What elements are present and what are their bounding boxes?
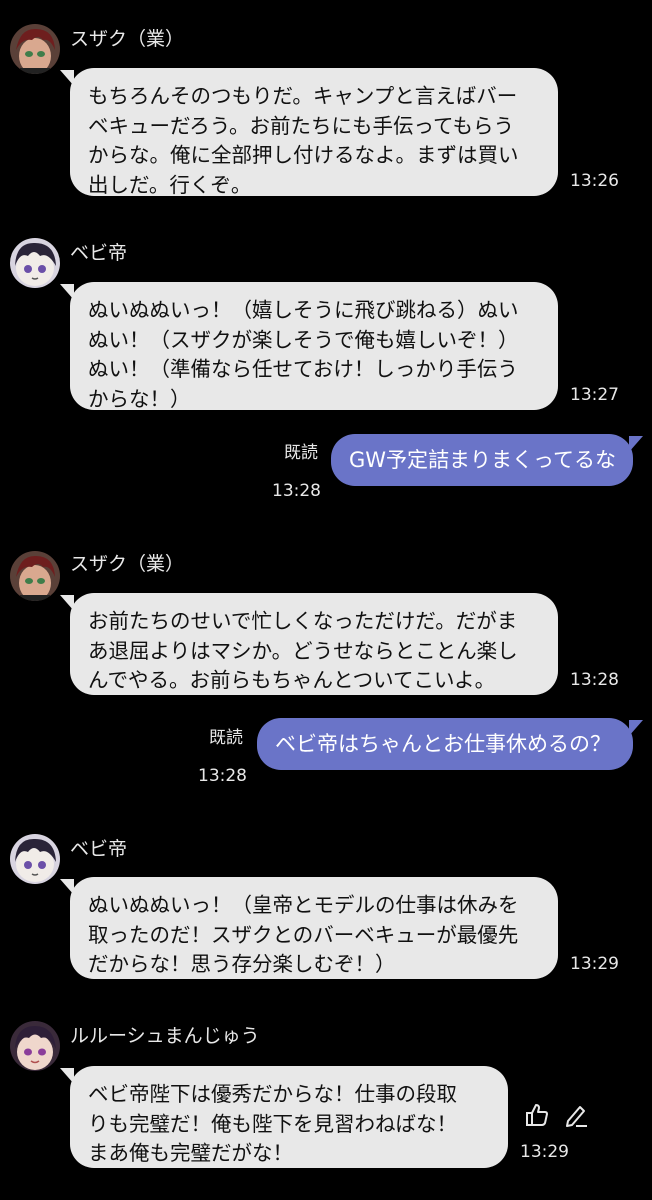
message-line: からな！）: [88, 386, 191, 411]
message-bubble[interactable]: お前たちのせいで忙しくなっただけだ。だがま あ退屈よりはマシか。どうせならとこと…: [60, 593, 558, 695]
sent-message-bubble[interactable]: ベビ帝はちゃんとお仕事休めるの？: [257, 718, 643, 770]
sender-name: スザク（業）: [70, 553, 185, 575]
sent-message-bubble[interactable]: GW予定詰まりまくってるな: [331, 434, 643, 486]
suzaku-avatar[interactable]: [10, 551, 60, 601]
edit-pencil-icon[interactable]: [563, 1102, 589, 1132]
thumbs-up-icon[interactable]: [524, 1102, 550, 1132]
message-time: 13:26: [570, 171, 619, 191]
message-time: 13:29: [570, 954, 619, 974]
sent-message-text: GW予定詰まりまくってるな: [349, 448, 616, 472]
message-bubble[interactable]: もちろんそのつもりだ。キャンプと言えばバー ベキューだろう。お前たちにも手伝って…: [60, 68, 558, 197]
message-time: 13:28: [272, 481, 321, 501]
bebitei-avatar[interactable]: [10, 238, 60, 288]
message-line: ベキューだろう。お前たちにも手伝ってもらう: [88, 113, 514, 138]
message-line: ぬいぬぬいっ！（皇帝とモデルの仕事は休みを: [88, 893, 519, 917]
message-time: 13:28: [570, 670, 619, 690]
message-line: 出しだ。行くぞ。: [88, 172, 252, 197]
message-time: 13:27: [570, 385, 619, 405]
message-line: からな。俺に全部押し付けるなよ。まずは買い: [88, 143, 519, 167]
sender-name: ルルーシュまんじゅう: [70, 1025, 260, 1047]
message-line: 取ったのだ！スザクとのバーベキューが最優先: [88, 922, 519, 947]
lelouch-avatar[interactable]: [10, 1021, 60, 1071]
message-line: んでやる。お前らもちゃんとついてこいよ。: [88, 668, 496, 692]
sent-message-text: ベビ帝はちゃんとお仕事休めるの？: [275, 732, 611, 756]
read-receipt: 既読: [284, 443, 318, 463]
bebitei-avatar-icon: [10, 238, 60, 288]
suzaku-avatar[interactable]: [10, 24, 60, 74]
message-line: まあ俺も完璧だがな！: [88, 1141, 293, 1165]
sender-name: スザク（業）: [70, 28, 185, 50]
message-bubble[interactable]: ベビ帝陛下は優秀だからな！仕事の段取 りも完璧だ！俺も陛下を見習わねばな！ まあ…: [60, 1066, 508, 1168]
message-line: お前たちのせいで忙しくなっただけだ。だがま: [88, 609, 518, 633]
message-time: 13:29: [520, 1142, 569, 1162]
message-bubble[interactable]: ぬいぬぬいっ！（皇帝とモデルの仕事は休みを 取ったのだ！スザクとのバーベキューが…: [60, 877, 558, 979]
message-line: ぬい！（準備なら任せておけ！しっかり手伝う: [88, 357, 518, 381]
read-receipt: 既読: [209, 728, 243, 748]
message-line: りも完璧だ！俺も陛下を見習わねばな！: [88, 1111, 457, 1136]
message-bubble[interactable]: ぬいぬぬいっ！（嬉しそうに飛び跳ねる）ぬい ぬい！（スザクが楽しそうで俺も嬉しい…: [60, 282, 558, 411]
bebitei-avatar-icon: [10, 834, 60, 884]
message-line: あ退屈よりはマシか。どうせならとことん楽し: [88, 638, 518, 663]
message-line: ベビ帝陛下は優秀だからな！仕事の段取: [88, 1082, 457, 1106]
message-line: だからな！思う存分楽しむぞ！）: [88, 952, 396, 976]
suzaku-avatar-icon: [10, 24, 60, 74]
suzaku-avatar-icon: [10, 551, 60, 601]
lelouch-avatar-icon: [10, 1021, 60, 1071]
message-line: ぬいぬぬいっ！（嬉しそうに飛び跳ねる）ぬい: [88, 298, 519, 322]
message-line: ぬい！（スザクが楽しそうで俺も嬉しいぞ！）: [88, 327, 519, 352]
message-time: 13:28: [198, 766, 247, 786]
message-line: もちろんそのつもりだ。キャンプと言えばバー: [88, 84, 518, 108]
sender-name: ベビ帝: [70, 242, 128, 264]
sender-name: ベビ帝: [70, 838, 128, 860]
bebitei-avatar[interactable]: [10, 834, 60, 884]
